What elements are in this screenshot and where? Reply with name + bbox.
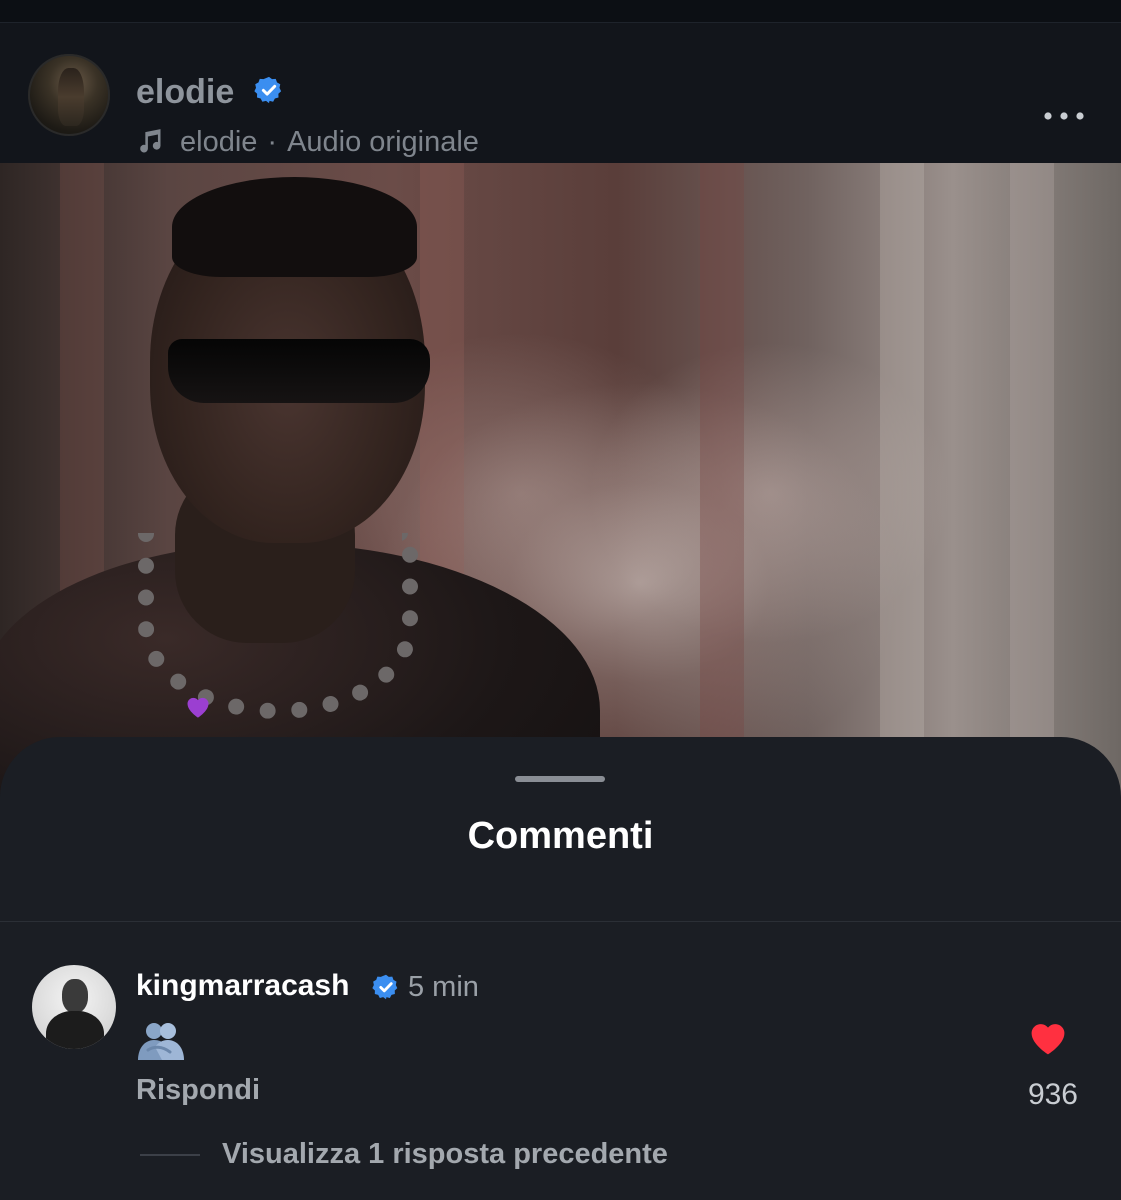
heart-icon[interactable] — [1027, 1018, 1069, 1056]
comment-time: 5 min — [408, 971, 479, 1003]
top-strip — [0, 0, 1121, 23]
background-stripe — [880, 163, 924, 803]
post-username[interactable]: elodie — [136, 75, 234, 109]
verified-badge-icon — [254, 76, 282, 104]
verified-badge-icon — [372, 974, 398, 1000]
video-person-sunglasses — [168, 339, 430, 403]
like-count: 936 — [1027, 1078, 1078, 1111]
comments-sheet: Commenti kingmarracash 5 min Rispondi 93… — [0, 737, 1121, 1200]
post-header: elodie elodie · Audio originale — [0, 23, 1121, 163]
audio-separator: · — [267, 125, 278, 158]
music-note-icon — [140, 129, 161, 153]
audio-row[interactable]: elodie · Audio originale — [136, 124, 479, 160]
video-person-hair — [172, 177, 417, 277]
comment-avatar[interactable] — [32, 965, 116, 1049]
video-player[interactable] — [0, 163, 1121, 803]
sheet-grabber[interactable] — [515, 776, 605, 782]
view-replies-button[interactable]: Visualizza 1 risposta precedente — [222, 1138, 668, 1171]
comment-username[interactable]: kingmarracash — [136, 968, 349, 1004]
replies-line — [140, 1154, 200, 1156]
audio-author: elodie — [180, 125, 258, 158]
audio-label: Audio originale — [287, 125, 479, 158]
floating-heart-icon — [187, 697, 209, 718]
avatar[interactable] — [28, 54, 110, 136]
background-stripe — [700, 163, 744, 803]
comments-title: Commenti — [467, 815, 654, 857]
video-person-chain — [138, 533, 418, 719]
people-hugging-emoji — [138, 1023, 184, 1060]
background-stripe — [1010, 163, 1054, 803]
comment-item: kingmarracash 5 min Rispondi 936 Visuali… — [0, 922, 1121, 1200]
more-horizontal-icon[interactable] — [1040, 103, 1088, 129]
